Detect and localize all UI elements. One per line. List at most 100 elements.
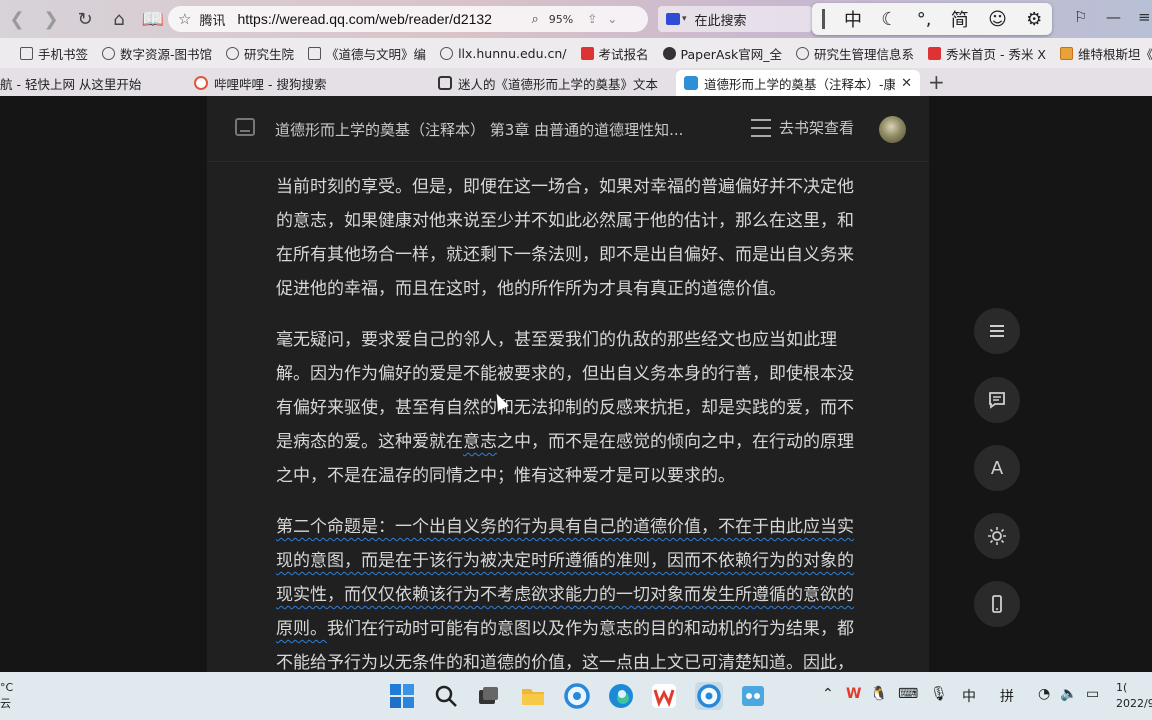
forward-button[interactable]: ❯ (34, 2, 68, 36)
search-engine-logo-icon[interactable] (666, 13, 680, 25)
paragraph: 当前时刻的享受。但是，即便在这一场合，如果对幸福的普遍偏好并不决定他的意志，如果… (276, 177, 854, 299)
globe-icon (102, 46, 116, 60)
toc-icon[interactable] (974, 308, 1020, 354)
browser-360-active-icon[interactable] (695, 682, 723, 710)
paperask-icon (662, 46, 676, 60)
bilibili-icon (438, 76, 452, 90)
tray-chevron-icon[interactable]: ⌃ (822, 686, 834, 702)
zoom-search-icon[interactable]: ⌕ (531, 12, 538, 27)
paragraph: 第二个命题是：一个出自义务的行为具有自己的道德价值，不在于由此应当实现的意图，而… (276, 517, 854, 672)
weread-icon (684, 76, 698, 90)
bookmark-item[interactable]: 秀米首页 - 秀米 X (927, 44, 1046, 63)
highlighted-word[interactable]: 意志 (463, 432, 497, 452)
system-clock[interactable]: 1( 2022/9 (1116, 680, 1152, 712)
globe-icon (440, 46, 454, 60)
bookmark-item[interactable]: 《道德与文明》编 (308, 44, 426, 63)
zoom-level[interactable]: 95% (549, 13, 573, 26)
qq-tray-icon[interactable]: 🐧 (870, 686, 887, 702)
extensions-icon[interactable]: ⚐ (1074, 8, 1087, 26)
ime-emoji-icon[interactable]: ☺ (988, 9, 1007, 30)
ime-simplified-button[interactable]: 简 (951, 6, 969, 32)
reader-header: 道德形而上学的奠基（注释本） 第3章 由普通的道德理性知... 去书架查看 (207, 96, 929, 162)
xiumi-icon (927, 46, 941, 60)
back-button[interactable]: ❮ (0, 2, 34, 36)
chapter-title: 道德形而上学的奠基（注释本） 第3章 由普通的道德理性知... (275, 121, 684, 139)
catalog-icon[interactable] (235, 118, 255, 136)
volume-icon[interactable]: 🔈 (1060, 686, 1077, 702)
bookmark-item[interactable]: 研究生管理信息系 (795, 44, 914, 63)
search-icon[interactable] (432, 682, 460, 710)
tab-weread-active[interactable]: 道德形而上学的奠基（注释本）-康德 ✕ (676, 70, 920, 96)
tab-bilibili-video[interactable]: 迷人的《道德形而上学的奠基》文本 (430, 70, 670, 96)
weather-widget[interactable]: °C 云 (0, 680, 13, 712)
new-tab-button[interactable]: + (928, 70, 945, 94)
notes-icon[interactable] (974, 377, 1020, 423)
globe-icon (795, 46, 809, 60)
font-icon[interactable]: A (974, 445, 1020, 491)
engine-dropdown-icon[interactable]: ▾ (682, 14, 687, 24)
bookmarks-bar: 手机书签 数字资源-图书馆 研究生院 《道德与文明》编 llx.hunnu.ed… (0, 38, 1152, 68)
paragraph: 毫无疑问，要求爱自己的邻人，甚至爱我们的仇敌的那些经文也应当如此理解。因为作为偏… (276, 330, 854, 486)
ime-settings-gear-icon[interactable]: ⚙ (1026, 9, 1042, 30)
phone-icon[interactable] (974, 581, 1020, 627)
globe-icon (226, 46, 240, 60)
site-name: 腾讯 (199, 13, 226, 29)
book-icon (1059, 46, 1073, 60)
tab-home[interactable]: 航 - 轻快上网 从这里开始 (0, 70, 172, 96)
menu-icon[interactable]: ≡ (1138, 8, 1151, 26)
ime-punct-icon[interactable]: °, (917, 9, 932, 30)
snipping-tool-icon[interactable] (739, 682, 767, 710)
search-placeholder: 在此搜索 (694, 13, 747, 29)
bookmark-item[interactable]: 手机书签 (20, 44, 88, 63)
ime-cn-indicator[interactable]: 中 (962, 686, 976, 706)
ime-pinyin-indicator[interactable]: 拼 (1000, 686, 1014, 706)
browser-toolbar: ❮ ❯ ↻ ⌂ 📖 ☆ 腾讯 https://weread.qq.com/web… (0, 0, 1152, 38)
exam-site-icon (580, 46, 594, 60)
address-bar[interactable]: ☆ 腾讯 https://weread.qq.com/web/reader/d2… (168, 6, 648, 32)
search-box[interactable]: ▾ 在此搜索 (658, 6, 812, 32)
close-tab-icon[interactable]: ✕ (901, 76, 912, 91)
bookmark-item[interactable]: 数字资源-图书馆 (102, 44, 212, 63)
favorite-star-icon[interactable]: ☆ (178, 10, 191, 28)
wps-icon[interactable] (650, 682, 678, 710)
ime-toolbar: 中 ☾ °, 简 ☺ ⚙ (812, 3, 1052, 35)
book-content: 当前时刻的享受。但是，即便在这一场合，如果对幸福的普遍偏好并不决定他的意志，如果… (276, 170, 866, 672)
bookshelf-icon (751, 118, 771, 137)
ime-handle-icon[interactable] (821, 9, 825, 29)
reader-mode-button[interactable]: 📖 (136, 2, 170, 36)
url-text[interactable]: https://weread.qq.com/web/reader/d2132 (237, 11, 527, 27)
bookmark-item[interactable]: 研究生院 (226, 44, 294, 63)
sogou-icon (194, 76, 208, 90)
start-windows-icon[interactable] (388, 682, 416, 710)
home-button[interactable]: ⌂ (102, 2, 136, 36)
taskbar: °C 云 ⌃ W 🐧 ⌨ 🎙 中 拼 ◔ 🔈 ▭ 1( 2022/9 (0, 672, 1152, 720)
ime-moon-icon[interactable]: ☾ (881, 9, 897, 30)
browser-360-icon[interactable] (563, 682, 591, 710)
bookmark-item[interactable]: PaperAsk官网_全 (662, 44, 782, 63)
wifi-icon[interactable]: ◔ (1038, 686, 1050, 702)
tab-strip: 航 - 轻快上网 从这里开始 哔哩哔哩 - 搜狗搜索 迷人的《道德形而上学的奠基… (0, 68, 1152, 96)
reader-view: 当前时刻的享受。但是，即便在这一场合，如果对幸福的普遍偏好并不决定他的意志，如果… (0, 96, 1152, 672)
keyboard-icon[interactable]: ⌨ (898, 686, 918, 702)
avatar[interactable] (879, 116, 906, 143)
phone-bookmark-icon (20, 46, 33, 60)
refresh-button[interactable]: ↻ (68, 2, 102, 36)
microphone-icon[interactable]: 🎙 (930, 686, 948, 702)
bookmark-item[interactable]: 维特根斯坦《逻辑 (1059, 44, 1152, 63)
tab-bilibili-search[interactable]: 哔哩哔哩 - 搜狗搜索 (186, 70, 426, 96)
reader-page: 当前时刻的享受。但是，即便在这一场合，如果对幸福的普遍偏好并不决定他的意志，如果… (207, 96, 929, 672)
minimize-icon[interactable]: — (1106, 8, 1121, 26)
file-explorer-icon[interactable] (519, 682, 547, 710)
edge-icon[interactable] (607, 682, 635, 710)
ime-mode-button[interactable]: 中 (844, 6, 862, 32)
task-view-icon[interactable] (474, 682, 502, 710)
battery-icon[interactable]: ▭ (1086, 686, 1099, 702)
bookmark-item[interactable]: 考试报名 (580, 44, 649, 63)
document-icon (308, 46, 322, 60)
share-icon[interactable]: ⇪ (587, 12, 597, 26)
address-dropdown-icon[interactable]: ⌄ (607, 12, 617, 26)
wps-tray-icon[interactable]: W (846, 686, 861, 702)
bookmark-item[interactable]: llx.hunnu.edu.cn/ (440, 46, 567, 61)
brightness-icon[interactable] (974, 513, 1020, 559)
go-to-shelf-button[interactable]: 去书架查看 (751, 117, 854, 138)
